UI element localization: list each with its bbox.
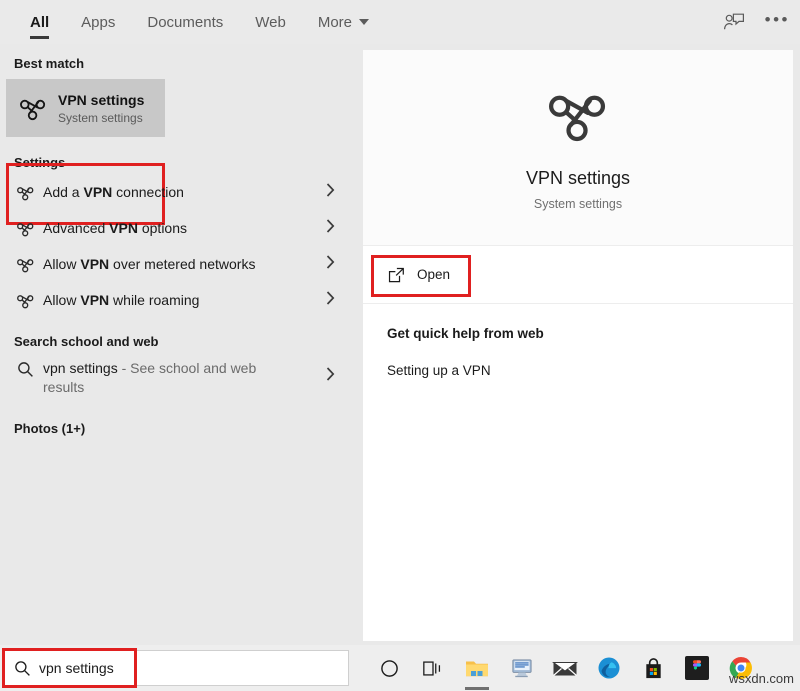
settings-item-advanced-vpn-options[interactable]: Advanced VPN options bbox=[0, 210, 355, 246]
chevron-right-icon bbox=[326, 367, 335, 386]
task-view-icon[interactable] bbox=[411, 645, 455, 691]
settings-item-label: Allow VPN while roaming bbox=[43, 292, 199, 308]
label-bold: VPN bbox=[109, 220, 138, 236]
label-prefix: Allow bbox=[43, 256, 81, 272]
microsoft-store-icon[interactable] bbox=[631, 645, 675, 691]
best-match-subtitle: System settings bbox=[58, 110, 143, 125]
quick-help-link-setting-up-a-vpn[interactable]: Setting up a VPN bbox=[387, 363, 793, 378]
label-suffix: over metered networks bbox=[109, 256, 256, 272]
settings-item-label: Allow VPN over metered networks bbox=[43, 256, 255, 272]
label-bold: VPN bbox=[83, 184, 113, 200]
vpn-icon-large bbox=[544, 85, 612, 148]
search-web-header: Search school and web bbox=[14, 334, 159, 349]
chevron-right-icon bbox=[326, 255, 335, 274]
label-suffix: while roaming bbox=[109, 292, 200, 308]
vpn-icon bbox=[16, 93, 50, 123]
label-prefix: Allow bbox=[43, 292, 81, 308]
vpn-icon bbox=[12, 220, 38, 237]
tab-apps[interactable]: Apps bbox=[65, 0, 131, 44]
best-match-header: Best match bbox=[14, 56, 85, 71]
tab-documents[interactable]: Documents bbox=[131, 0, 239, 44]
vpn-icon bbox=[12, 292, 38, 309]
chevron-right-icon bbox=[326, 291, 335, 310]
open-action-section: Open bbox=[363, 246, 793, 304]
search-icon bbox=[5, 660, 39, 677]
search-tabbar: All Apps Documents Web More ••• bbox=[0, 0, 800, 44]
best-match-texts: VPN settings System settings bbox=[58, 91, 144, 126]
preview-card: VPN settings System settings bbox=[363, 50, 793, 246]
settings-header: Settings bbox=[14, 155, 66, 170]
best-match-vpn-settings[interactable]: VPN settings System settings bbox=[6, 79, 165, 137]
search-input-value: vpn settings bbox=[39, 660, 114, 676]
web-result-text: vpn settings - See school and web result… bbox=[43, 359, 293, 397]
label-prefix: Add a bbox=[43, 184, 84, 200]
settings-item-label: Advanced VPN options bbox=[43, 220, 187, 236]
taskbar-search-box[interactable]: vpn settings bbox=[4, 650, 349, 686]
chevron-down-icon bbox=[359, 19, 370, 25]
figma-icon[interactable] bbox=[675, 645, 719, 691]
feedback-person-icon[interactable] bbox=[721, 9, 747, 35]
remote-desktop-icon[interactable] bbox=[499, 645, 543, 691]
photos-header: Photos (1+) bbox=[14, 421, 86, 436]
label-bold: VPN bbox=[80, 256, 110, 272]
settings-item-add-vpn-connection[interactable]: Add a VPN connection bbox=[0, 174, 355, 210]
vpn-icon bbox=[12, 184, 38, 201]
settings-item-label: Add a VPN connection bbox=[43, 184, 184, 200]
search-flyout-window: All Apps Documents Web More ••• Best mat… bbox=[0, 0, 800, 691]
tabbar-actions: ••• bbox=[721, 0, 790, 44]
tab-all-label: All bbox=[30, 13, 50, 31]
quick-help-section: Get quick help from web Setting up a VPN bbox=[363, 304, 793, 378]
tab-web[interactable]: Web bbox=[239, 0, 302, 44]
web-result-vpn-settings[interactable]: vpn settings - See school and web result… bbox=[0, 353, 355, 399]
taskbar: vpn settings wsxdn.com bbox=[0, 645, 800, 691]
cortana-circle-icon[interactable] bbox=[367, 645, 411, 691]
results-pane: Best match VPN settings System settings bbox=[0, 44, 355, 645]
edge-icon[interactable] bbox=[587, 645, 631, 691]
web-result-query: vpn settings bbox=[43, 360, 118, 376]
search-icon bbox=[12, 359, 38, 378]
taskbar-app-buttons bbox=[367, 645, 763, 691]
chevron-right-icon bbox=[326, 219, 335, 238]
ellipsis-icon[interactable]: ••• bbox=[765, 11, 790, 34]
vpn-icon bbox=[12, 256, 38, 273]
preview-title: VPN settings bbox=[525, 167, 631, 188]
label-suffix: connection bbox=[112, 184, 184, 200]
preview-pane: VPN settings System settings Open Get qu… bbox=[363, 50, 793, 641]
quick-help-title: Get quick help from web bbox=[387, 326, 544, 341]
best-match-section: VPN settings System settings bbox=[0, 79, 355, 225]
tab-apps-label: Apps bbox=[81, 13, 116, 31]
file-explorer-icon[interactable] bbox=[455, 645, 499, 691]
settings-item-allow-vpn-metered[interactable]: Allow VPN over metered networks bbox=[0, 246, 355, 282]
open-button[interactable]: Open bbox=[375, 260, 470, 290]
label-bold: VPN bbox=[80, 292, 110, 308]
tab-more[interactable]: More bbox=[302, 0, 385, 44]
watermark: wsxdn.com bbox=[728, 671, 794, 686]
label-suffix: options bbox=[137, 220, 188, 236]
open-external-icon bbox=[385, 267, 407, 283]
label-prefix: Advanced bbox=[43, 220, 110, 236]
tab-documents-label: Documents bbox=[147, 13, 224, 31]
best-match-title: VPN settings bbox=[58, 91, 145, 108]
tab-web-label: Web bbox=[255, 13, 286, 31]
tab-more-label: More bbox=[317, 13, 353, 31]
tab-list: All Apps Documents Web More bbox=[0, 0, 385, 44]
open-button-label: Open bbox=[417, 267, 451, 282]
chevron-right-icon bbox=[326, 183, 335, 202]
mail-icon[interactable] bbox=[543, 645, 587, 691]
preview-subtitle: System settings bbox=[533, 196, 623, 211]
settings-item-allow-vpn-roaming[interactable]: Allow VPN while roaming bbox=[0, 282, 355, 318]
tab-all[interactable]: All bbox=[14, 0, 65, 44]
